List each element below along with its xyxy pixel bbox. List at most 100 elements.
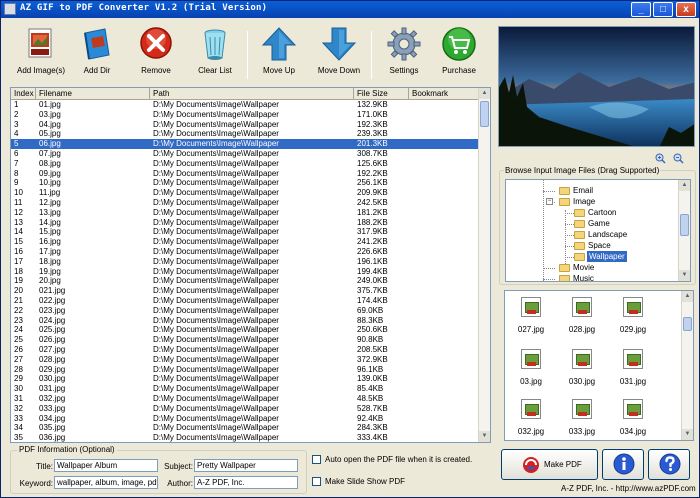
close-button[interactable]: x (676, 2, 696, 17)
help-button[interactable] (648, 449, 690, 480)
table-row[interactable]: 21 022.jpg D:\My Documents\Image\Wallpaper… (11, 296, 479, 306)
scroll-down-arrow-icon[interactable]: ▼ (479, 431, 490, 442)
table-row[interactable]: 35 036.jpg D:\My Documents\Image\Wallpaper… (11, 433, 479, 442)
purchase-button[interactable]: Purchase (439, 25, 479, 75)
title-field[interactable]: Wallpaper Album (54, 459, 158, 472)
table-row[interactable]: 23 024.jpg D:\My Documents\Image\Wallpaper… (11, 316, 479, 326)
column-header-path[interactable]: Path (150, 88, 354, 100)
move-up-button[interactable]: Move Up (259, 25, 299, 75)
thumbnail-item[interactable]: 027.jpg (511, 297, 551, 334)
column-header-filename[interactable]: Filename (36, 88, 150, 100)
table-row[interactable]: 24 025.jpg D:\My Documents\Image\Wallpaper… (11, 325, 479, 335)
thumbnail-item[interactable]: 030.jpg (562, 349, 602, 386)
tree-scrollbar[interactable]: ▲ ▼ (678, 180, 690, 281)
subject-field[interactable]: Pretty Wallpaper (194, 459, 298, 472)
table-row[interactable]: 8 09.jpg D:\My Documents\Image\Wallpaper 19… (11, 169, 479, 179)
table-row[interactable]: 22 023.jpg D:\My Documents\Image\Wallpaper… (11, 306, 479, 316)
cell-index: 31 (14, 393, 23, 403)
column-header-bookmark[interactable]: Bookmark (409, 88, 479, 100)
table-row[interactable]: 34 035.jpg D:\My Documents\Image\Wallpaper… (11, 423, 479, 433)
table-row[interactable]: 9 10.jpg D:\My Documents\Image\Wallpaper 25… (11, 178, 479, 188)
table-row[interactable]: 25 026.jpg D:\My Documents\Image\Wallpaper… (11, 335, 479, 345)
table-row[interactable]: 18 19.jpg D:\My Documents\Image\Wallpaper 1… (11, 267, 479, 277)
zoom-in-icon[interactable] (655, 153, 666, 164)
collapse-icon[interactable]: − (546, 198, 553, 205)
table-row[interactable]: 33 034.jpg D:\My Documents\Image\Wallpaper… (11, 414, 479, 424)
keyword-field[interactable]: wallpaper, album, image, pdf (54, 476, 158, 489)
add-images-button[interactable]: Add Image(s) (17, 25, 65, 75)
table-row[interactable]: 6 07.jpg D:\My Documents\Image\Wallpaper 30… (11, 149, 479, 159)
clear-list-button[interactable]: Clear List (195, 25, 235, 75)
table-row[interactable]: 16 17.jpg D:\My Documents\Image\Wallpaper 2… (11, 247, 479, 257)
auto-open-checkbox-box[interactable] (312, 455, 321, 465)
info-button[interactable] (602, 449, 644, 480)
table-row[interactable]: 2 03.jpg D:\My Documents\Image\Wallpaper 17… (11, 110, 479, 120)
cell-path: D:\My Documents\Image\Wallpaper (153, 256, 279, 266)
slide-show-checkbox[interactable]: Make Slide Show PDF (312, 477, 405, 487)
table-row[interactable]: 30 031.jpg D:\My Documents\Image\Wallpaper… (11, 384, 479, 394)
tree-item-landscape[interactable]: Landscape (588, 229, 627, 240)
table-row[interactable]: 31 032.jpg D:\My Documents\Image\Wallpaper… (11, 394, 479, 404)
table-row[interactable]: 29 030.jpg D:\My Documents\Image\Wallpaper… (11, 374, 479, 384)
table-row[interactable]: 5 06.jpg D:\My Documents\Image\Wallpaper 20… (11, 139, 479, 149)
table-row[interactable]: 26 027.jpg D:\My Documents\Image\Wallpaper… (11, 345, 479, 355)
tree-item-cartoon[interactable]: Cartoon (588, 207, 616, 218)
table-row[interactable]: 3 04.jpg D:\My Documents\Image\Wallpaper 19… (11, 120, 479, 130)
move-down-button[interactable]: Move Down (317, 25, 361, 75)
make-pdf-button[interactable]: Make PDF (501, 449, 598, 480)
add-dir-button[interactable]: Add Dir (77, 25, 117, 75)
settings-button[interactable]: Settings (385, 25, 423, 75)
zoom-out-icon[interactable] (673, 153, 684, 164)
table-row[interactable]: 17 18.jpg D:\My Documents\Image\Wallpaper 1… (11, 257, 479, 267)
thumbnail-item[interactable]: 032.jpg (511, 399, 551, 436)
tree-item-music[interactable]: Music (573, 273, 594, 281)
column-header-file-size[interactable]: File Size (354, 88, 409, 100)
table-row[interactable]: 27 028.jpg D:\My Documents\Image\Wallpaper… (11, 355, 479, 365)
file-list-scrollbar[interactable]: ▲ ▼ (478, 88, 490, 442)
table-row[interactable]: 1 01.jpg D:\My Documents\Image\Wallpaper 13… (11, 100, 479, 110)
table-row[interactable]: 11 12.jpg D:\My Documents\Image\Wallpaper 2… (11, 198, 479, 208)
scroll-down-arrow-icon[interactable]: ▼ (679, 270, 690, 281)
tree-item-movie[interactable]: Movie (573, 262, 594, 273)
thumbnail-scrollbar[interactable]: ▲ ▼ (681, 291, 693, 440)
auto-open-checkbox[interactable]: Auto open the PDF file when it is create… (312, 455, 472, 465)
tree-item-email[interactable]: Email (573, 185, 593, 196)
thumbnail-item[interactable]: 028.jpg (562, 297, 602, 334)
thumbnail-item[interactable]: 034.jpg (613, 399, 653, 436)
tree-item-image[interactable]: Image (573, 196, 595, 207)
slide-show-checkbox-box[interactable] (312, 477, 321, 487)
scroll-down-arrow-icon[interactable]: ▼ (682, 429, 693, 440)
minimize-button[interactable]: _ (631, 2, 651, 17)
scroll-thumb[interactable] (683, 317, 692, 331)
table-row[interactable]: 28 029.jpg D:\My Documents\Image\Wallpaper… (11, 365, 479, 375)
maximize-button[interactable]: □ (653, 2, 673, 17)
tree-item-wallpaper[interactable]: Wallpaper (587, 251, 627, 262)
scroll-up-arrow-icon[interactable]: ▲ (479, 88, 490, 99)
scroll-up-arrow-icon[interactable]: ▲ (679, 180, 690, 191)
table-row[interactable]: 32 033.jpg D:\My Documents\Image\Wallpaper… (11, 404, 479, 414)
column-header-index[interactable]: Index (11, 88, 36, 100)
thumbnail-item[interactable]: 029.jpg (613, 297, 653, 334)
thumbnail-grid[interactable]: 027.jpg 028.jpg 029.jpg 03.jpg 030.jpg 0… (504, 290, 694, 441)
thumbnail-item[interactable]: 031.jpg (613, 349, 653, 386)
table-row[interactable]: 19 20.jpg D:\My Documents\Image\Wallpaper 2… (11, 276, 479, 286)
table-row[interactable]: 12 13.jpg D:\My Documents\Image\Wallpaper 1… (11, 208, 479, 218)
scroll-thumb[interactable] (480, 101, 489, 127)
author-field[interactable]: A-Z PDF, Inc. (194, 476, 298, 489)
scroll-thumb[interactable] (680, 214, 689, 236)
remove-button[interactable]: Remove (137, 25, 175, 75)
table-row[interactable]: 10 11.jpg D:\My Documents\Image\Wallpaper 2… (11, 188, 479, 198)
file-list-table[interactable]: Index Filename Path File Size Bookmark 1… (10, 87, 491, 443)
table-row[interactable]: 7 08.jpg D:\My Documents\Image\Wallpaper 12… (11, 159, 479, 169)
tree-item-space[interactable]: Space (588, 240, 611, 251)
thumbnail-item[interactable]: 033.jpg (562, 399, 602, 436)
table-row[interactable]: 4 05.jpg D:\My Documents\Image\Wallpaper 23… (11, 129, 479, 139)
thumbnail-item[interactable]: 03.jpg (511, 349, 551, 386)
table-row[interactable]: 13 14.jpg D:\My Documents\Image\Wallpaper 1… (11, 218, 479, 228)
tree-item-game[interactable]: Game (588, 218, 610, 229)
folder-tree[interactable]: Email − Image Cartoon Game Landscape Spa… (505, 179, 691, 282)
table-row[interactable]: 20 021.jpg D:\My Documents\Image\Wallpaper… (11, 286, 479, 296)
scroll-up-arrow-icon[interactable]: ▲ (682, 291, 693, 302)
table-row[interactable]: 15 16.jpg D:\My Documents\Image\Wallpaper 2… (11, 237, 479, 247)
table-row[interactable]: 14 15.jpg D:\My Documents\Image\Wallpaper 3… (11, 227, 479, 237)
